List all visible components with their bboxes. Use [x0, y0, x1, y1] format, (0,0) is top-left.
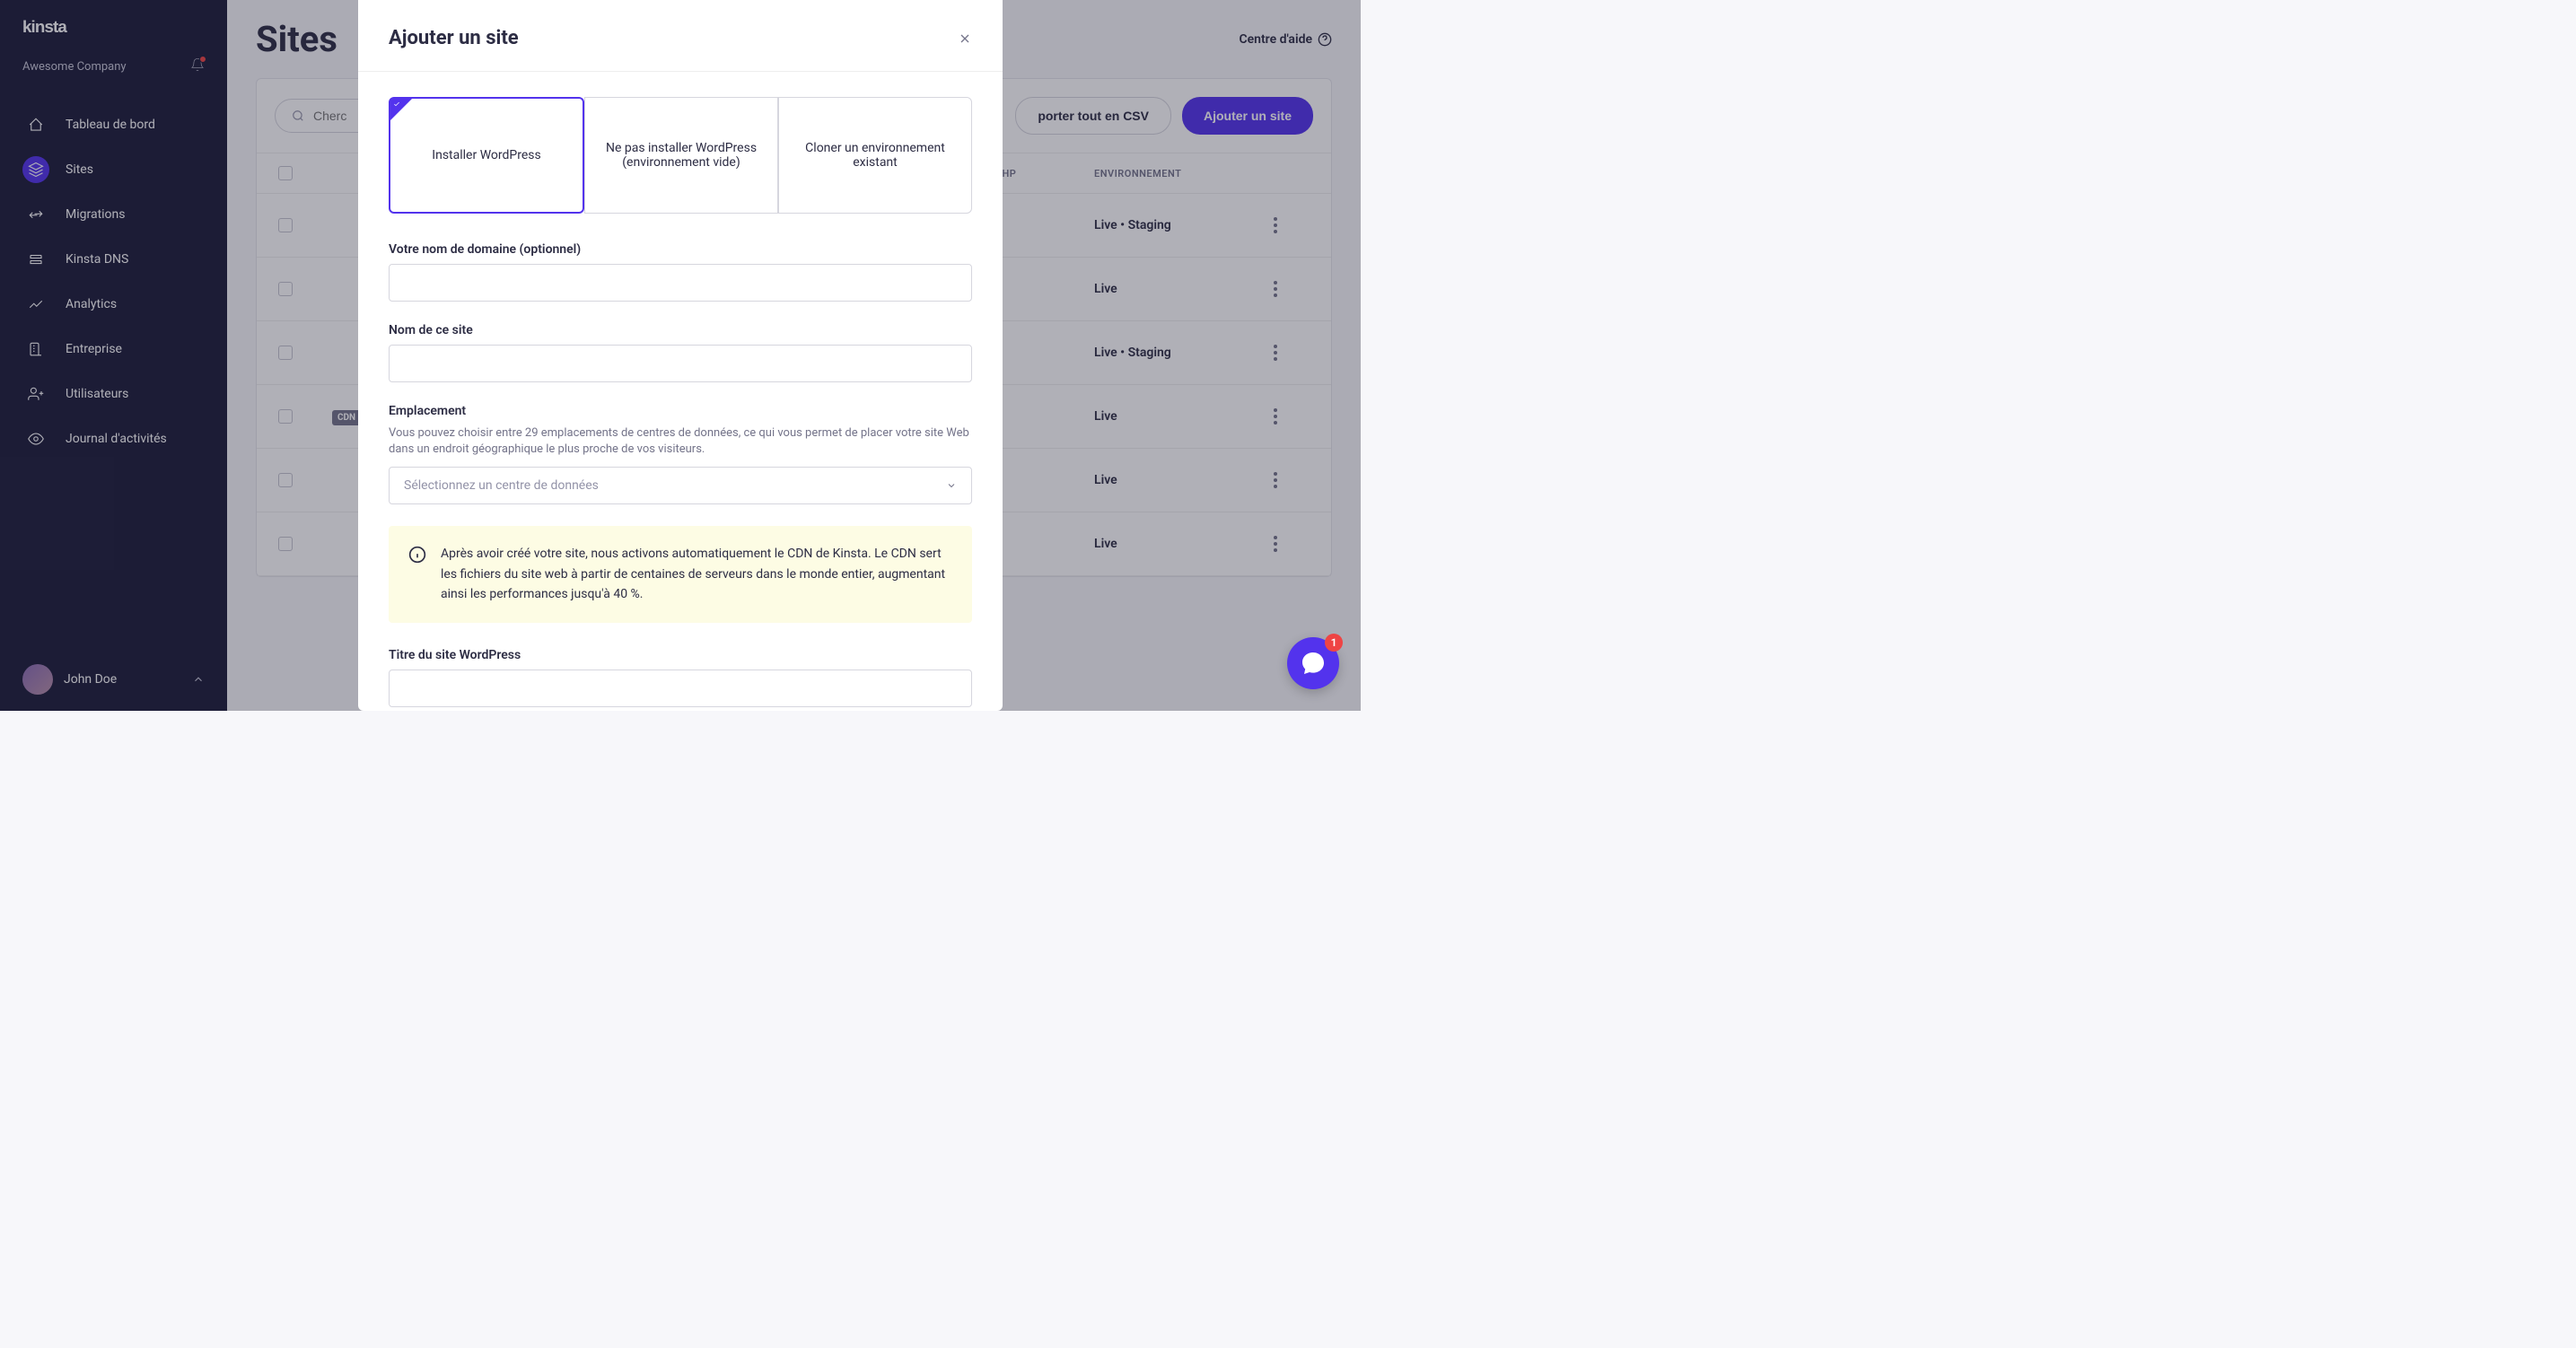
- modal-title: Ajouter un site: [389, 27, 519, 49]
- option-install-wordpress[interactable]: Installer WordPress: [389, 97, 584, 214]
- info-text: Après avoir créé votre site, nous activo…: [441, 544, 952, 604]
- option-label: Installer WordPress: [432, 148, 540, 162]
- option-label: Ne pas installer WordPress (environnemen…: [598, 141, 765, 170]
- cdn-info-box: Après avoir créé votre site, nous activo…: [389, 526, 972, 622]
- add-site-modal: Ajouter un site Installer WordPress Ne p…: [358, 0, 1003, 711]
- chevron-down-icon: [946, 480, 957, 491]
- wp-title-input[interactable]: [389, 670, 972, 707]
- check-icon: [393, 101, 400, 108]
- chat-icon: [1301, 651, 1326, 676]
- chat-button[interactable]: 1: [1287, 637, 1339, 689]
- install-options: Installer WordPress Ne pas installer Wor…: [389, 97, 972, 214]
- close-icon[interactable]: [958, 31, 972, 46]
- info-icon: [408, 546, 426, 564]
- location-select[interactable]: Sélectionnez un centre de données: [389, 467, 972, 504]
- sitename-input[interactable]: [389, 345, 972, 382]
- domain-input[interactable]: [389, 264, 972, 302]
- domain-label: Votre nom de domaine (optionnel): [389, 242, 972, 257]
- option-clone[interactable]: Cloner un environnement existant: [778, 97, 972, 214]
- sitename-label: Nom de ce site: [389, 323, 972, 337]
- location-label: Emplacement: [389, 404, 972, 418]
- wp-title-label: Titre du site WordPress: [389, 648, 972, 662]
- chat-badge: 1: [1325, 634, 1343, 652]
- location-help: Vous pouvez choisir entre 29 emplacement…: [389, 425, 972, 458]
- option-label: Cloner un environnement existant: [792, 141, 959, 170]
- option-no-wordpress[interactable]: Ne pas installer WordPress (environnemen…: [584, 97, 778, 214]
- location-placeholder: Sélectionnez un centre de données: [404, 478, 599, 493]
